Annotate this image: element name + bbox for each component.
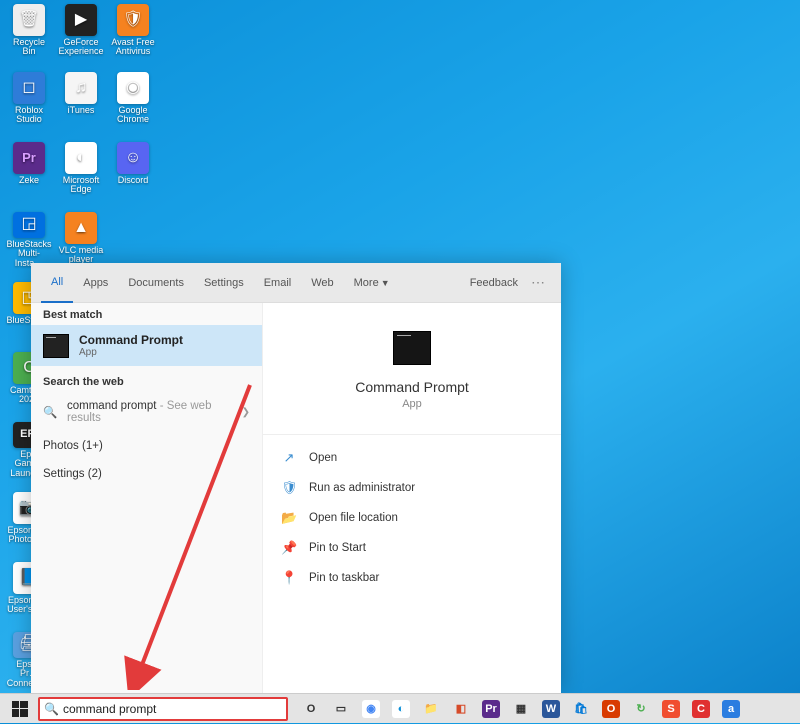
action-pin-to-taskbar[interactable]: 📍Pin to taskbar [263,563,561,593]
taskbar: 🔍 O ▭ ◉ ◐ 📁 ◧ Pr ▦ W 🛍 O ↻ SCa [0,693,800,723]
rblx-icon: ◻ [13,72,45,104]
result-group[interactable]: Settings (2) [31,460,262,488]
desktop-icon-rblx[interactable]: ◻Roblox Studio [6,72,52,128]
pr-icon: Pr [13,142,45,174]
camtasia-icon: ↻ [632,700,650,718]
search-web-label: Search the web [31,366,262,392]
taskbar-calc-button[interactable]: ▦ [506,694,536,724]
bs-icon: ◲ [13,212,45,238]
word-icon: W [542,700,560,718]
desktop-icon-bs[interactable]: ◲BlueStacks Multi-Insta… [6,212,52,268]
taskbar-a-button[interactable]: a [716,694,746,724]
desktop-icon-dsc[interactable]: ☺Discord [110,142,156,198]
search-icon: 🔍 [43,405,57,419]
taskbar-explorer-button[interactable]: 📁 [416,694,446,724]
taskbar-search-box[interactable]: 🔍 [38,697,288,721]
preview-title: Command Prompt [355,379,469,395]
premiere-icon: Pr [482,700,500,718]
feedback-link[interactable]: Feedback [462,277,526,289]
taskbar-office2-button[interactable]: O [596,694,626,724]
nv-icon: ▶ [65,4,97,36]
best-match-subtitle: App [79,347,183,358]
explorer-icon: 📁 [422,700,440,718]
start-button[interactable] [4,694,36,724]
desktop-icon-pr[interactable]: PrZeke [6,142,52,198]
taskbar-snagit-button[interactable]: S [656,694,686,724]
best-match-label: Best match [31,303,262,325]
chrome-icon: ◉ [362,700,380,718]
tab-settings[interactable]: Settings [194,263,254,303]
office-icon: ◧ [452,700,470,718]
taskbar-cortana-button[interactable]: O [296,694,326,724]
edg-icon: ◐ [65,142,97,174]
taskbar-store-button[interactable]: 🛍 [566,694,596,724]
office2-icon: O [602,700,620,718]
desktop-icon-vlc[interactable]: ▲VLC media player [58,212,104,268]
action-icon: 📌 [281,540,297,556]
bin-icon: 🗑 [13,4,45,36]
search-tabs: AllAppsDocumentsSettingsEmailWebMore ▼ F… [31,263,561,303]
tab-web[interactable]: Web [301,263,343,303]
preview-subtitle: App [402,398,422,410]
taskbar-chrome-button[interactable]: ◉ [356,694,386,724]
desktop-icon-edg[interactable]: ◐Microsoft Edge [58,142,104,198]
desktop-icon-av[interactable]: 🛡Avast Free Antivirus [110,4,156,60]
taskbar-camtasia-button[interactable]: ↻ [626,694,656,724]
edge-icon: ◐ [392,700,410,718]
search-results-panel: AllAppsDocumentsSettingsEmailWebMore ▼ F… [31,263,561,693]
desktop-icon-nv[interactable]: ▶GeForce Experience [58,4,104,60]
command-prompt-icon [43,334,69,358]
dsc-icon: ☺ [117,142,149,174]
desktop-icon-chr[interactable]: ◉Google Chrome [110,72,156,128]
taskbar-edge-button[interactable]: ◐ [386,694,416,724]
tab-email[interactable]: Email [254,263,302,303]
snagit-icon: S [662,700,680,718]
a-icon: a [722,700,740,718]
chevron-right-icon: ❯ [242,407,250,418]
cortana-icon: O [302,700,320,718]
chr-icon: ◉ [117,72,149,104]
best-match-command-prompt[interactable]: Command Prompt App [31,325,262,366]
action-icon: ↗ [281,450,297,466]
desktop-icon-bin[interactable]: 🗑Recycle Bin [6,4,52,60]
search-icon: 🔍 [44,702,59,716]
taskview-icon: ▭ [332,700,350,718]
taskbar-word-button[interactable]: W [536,694,566,724]
tab-more[interactable]: More ▼ [344,263,400,303]
tab-documents[interactable]: Documents [118,263,194,303]
action-open-file-location[interactable]: 📂Open file location [263,503,561,533]
command-prompt-icon [393,331,431,365]
vlc-icon: ▲ [65,212,97,244]
action-icon: 📍 [281,570,297,586]
taskbar-office-button[interactable]: ◧ [446,694,476,724]
results-list: Best match Command Prompt App Search the… [31,303,262,693]
tab-all[interactable]: All [41,263,73,303]
taskbar-c-button[interactable]: C [686,694,716,724]
more-options-icon[interactable]: ⋯ [526,274,551,291]
taskbar-taskview-button[interactable]: ▭ [326,694,356,724]
preview-pane: Command Prompt App ↗Open🛡Run as administ… [262,303,561,693]
tab-apps[interactable]: Apps [73,263,118,303]
c-icon: C [692,700,710,718]
store-icon: 🛍 [572,700,590,718]
action-run-as-administrator[interactable]: 🛡Run as administrator [263,473,561,503]
av-icon: 🛡 [117,4,149,36]
desktop-icon-itn[interactable]: ♫iTunes [58,72,104,128]
web-result-command-prompt[interactable]: 🔍 command prompt - See web results ❯ [31,392,262,432]
chevron-down-icon: ▼ [381,278,390,288]
best-match-title: Command Prompt [79,333,183,347]
taskbar-premiere-button[interactable]: Pr [476,694,506,724]
search-input[interactable] [63,702,282,716]
action-open[interactable]: ↗Open [263,443,561,473]
itn-icon: ♫ [65,72,97,104]
windows-icon [12,701,28,717]
action-icon: 🛡 [281,480,297,496]
result-group[interactable]: Photos (1+) [31,432,262,460]
action-icon: 📂 [281,510,297,526]
action-pin-to-start[interactable]: 📌Pin to Start [263,533,561,563]
calc-icon: ▦ [512,700,530,718]
